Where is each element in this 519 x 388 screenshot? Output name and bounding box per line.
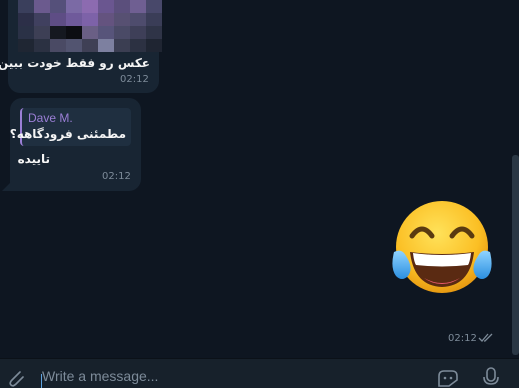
pixelated-photo[interactable]: [18, 0, 162, 52]
scrollbar[interactable]: [512, 155, 519, 355]
face-with-tears-of-joy-emoji[interactable]: [388, 200, 496, 300]
message-input[interactable]: [42, 364, 422, 387]
chat-area: عکس رو فقط خودت ببین 02:12 Dave M. مطمئن…: [0, 0, 519, 358]
message-text: تاییده: [17, 152, 50, 166]
bubble-tail: [2, 181, 12, 191]
double-check-icon: [478, 333, 493, 342]
message-time: 02:12: [120, 74, 149, 85]
reply-author: Dave M.: [28, 111, 73, 125]
paperclip-icon[interactable]: [6, 368, 26, 388]
message-text: عکس رو فقط خودت ببین: [0, 56, 150, 70]
reply-quote-text: مطمئنی فرودگاهه؟: [9, 127, 126, 141]
microphone-icon[interactable]: [481, 366, 501, 387]
sticker-icon[interactable]: [436, 368, 460, 388]
message-time: 02:12: [102, 171, 131, 182]
sticker-time: 02:12: [448, 333, 477, 344]
